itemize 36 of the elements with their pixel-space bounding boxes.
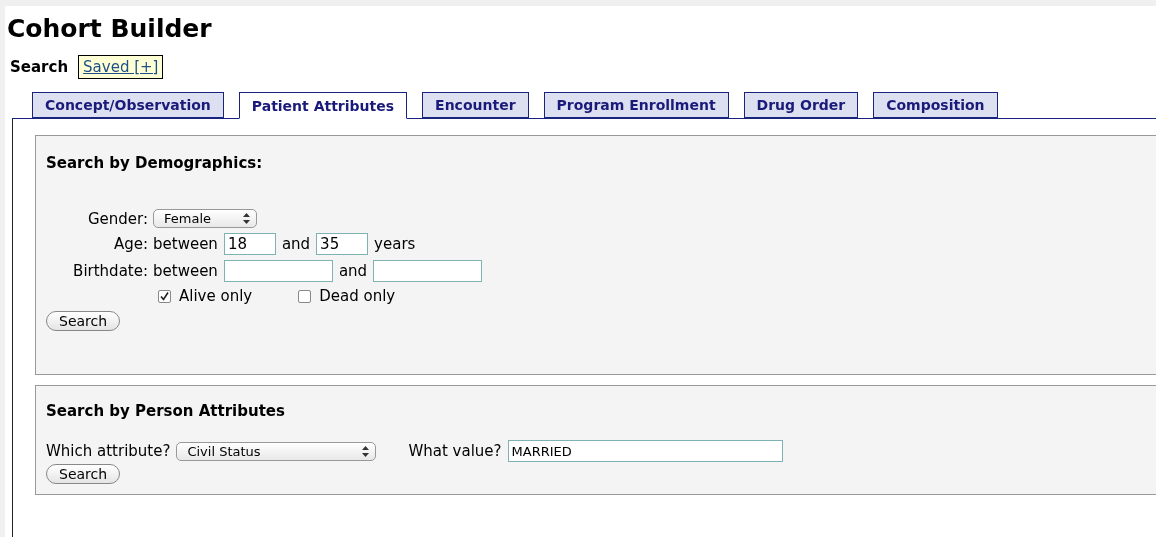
checkbox[interactable] (158, 289, 171, 303)
tab[interactable]: Encounter (422, 92, 529, 119)
age-from-field[interactable]: 18 (223, 233, 276, 255)
and-label: and (338, 262, 368, 280)
updown-arrows-icon (243, 213, 250, 224)
section-heading: Search by Person Attributes (46, 402, 286, 420)
section-heading: Search by Demographics: (46, 154, 264, 172)
checkbox-label: Alive only (179, 287, 253, 305)
tab[interactable]: Drug Order (743, 92, 859, 119)
tab[interactable]: Program Enrollment (543, 92, 729, 119)
field-label: Gender: (87, 209, 148, 228)
birthdate-to-field[interactable] (373, 260, 483, 282)
attribute-label: Which attribute? (46, 442, 171, 460)
between-label: between (153, 235, 218, 253)
tab[interactable]: Patient Attributes (238, 92, 408, 119)
field-label: Age: (113, 235, 148, 253)
years-label: years (374, 235, 416, 253)
and-label: and (281, 235, 311, 253)
checkbox[interactable] (298, 289, 312, 303)
attribute-select[interactable]: Civil Status (176, 441, 377, 461)
page-title: Cohort Builder (7, 14, 212, 43)
age-to-field[interactable]: 35 (316, 233, 369, 255)
updown-arrows-icon (362, 445, 370, 457)
search-button[interactable]: Search (46, 464, 121, 484)
value-field[interactable]: MARRIED (507, 440, 783, 462)
search-button[interactable]: Search (46, 311, 121, 331)
birthdate-from-field[interactable] (223, 260, 333, 282)
gender-select[interactable]: Female (153, 209, 257, 228)
tab[interactable]: Composition (873, 92, 998, 119)
saved-link[interactable]: Saved [+] (78, 55, 164, 79)
between-label: between (153, 262, 218, 280)
tab[interactable]: Concept/Observation (32, 92, 224, 119)
value-label: What value? (408, 442, 502, 460)
search-label: Search (10, 58, 69, 76)
field-label: Birthdate: (73, 262, 148, 280)
checkbox-label: Dead only (319, 287, 396, 305)
